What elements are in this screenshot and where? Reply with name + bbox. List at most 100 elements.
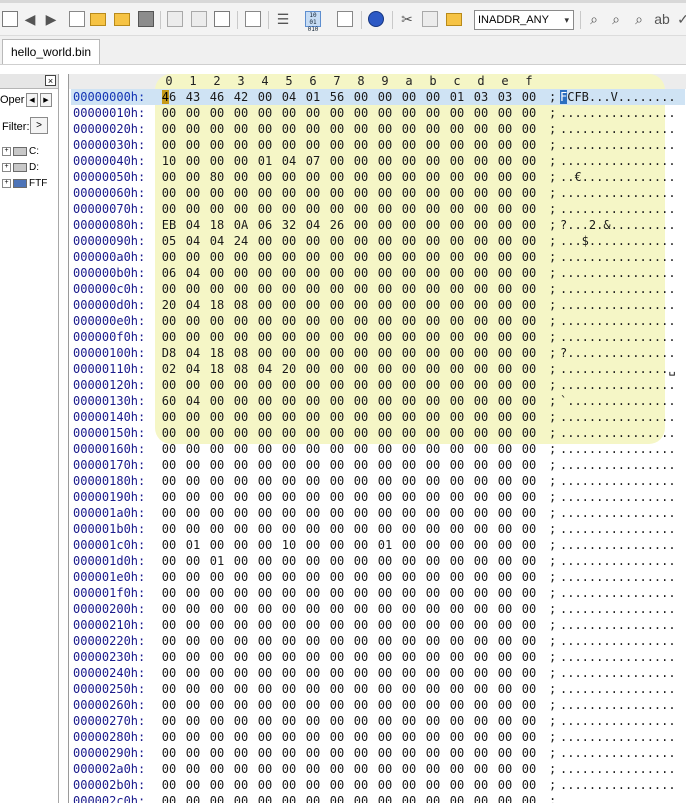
hex-byte[interactable]: 00 [421, 745, 445, 761]
hex-byte[interactable]: 00 [301, 201, 325, 217]
hex-byte[interactable]: 00 [229, 505, 253, 521]
hex-byte[interactable]: 00 [517, 249, 541, 265]
hex-byte[interactable]: 00 [301, 505, 325, 521]
hex-byte[interactable]: 00 [229, 729, 253, 745]
hex-byte[interactable]: 00 [325, 521, 349, 537]
hex-byte[interactable]: 00 [349, 121, 373, 137]
hex-byte[interactable]: 00 [421, 537, 445, 553]
hex-byte[interactable]: 00 [397, 713, 421, 729]
ascii-column[interactable]: ................ [560, 473, 676, 489]
hex-byte[interactable]: 00 [205, 121, 229, 137]
hex-byte[interactable]: 00 [469, 457, 493, 473]
hex-byte[interactable]: 00 [421, 233, 445, 249]
hex-byte[interactable]: 00 [493, 601, 517, 617]
hex-byte[interactable]: 00 [397, 505, 421, 521]
hex-byte[interactable]: 00 [301, 489, 325, 505]
hex-byte[interactable]: 00 [397, 649, 421, 665]
hex-byte[interactable]: 00 [373, 185, 397, 201]
hex-byte[interactable]: 00 [277, 793, 301, 803]
hex-byte[interactable]: 00 [445, 153, 469, 169]
hex-byte[interactable]: 00 [181, 649, 205, 665]
expand-icon[interactable]: + [2, 162, 11, 172]
hex-row[interactable]: 00000170h: 00 00 00 00 00 00 00 00 00 00 00 00 00 00 00… [73, 457, 685, 473]
ascii-column[interactable]: ................ [560, 329, 676, 345]
hex-byte[interactable]: 00 [421, 521, 445, 537]
hex-byte[interactable]: 00 [325, 313, 349, 329]
hex-byte[interactable]: 00 [181, 681, 205, 697]
hex-byte[interactable]: 00 [517, 265, 541, 281]
hex-byte[interactable]: 01 [205, 553, 229, 569]
hex-byte[interactable]: 01 [301, 89, 325, 105]
hex-byte[interactable]: 03 [493, 89, 517, 105]
hex-byte[interactable]: 00 [325, 713, 349, 729]
hex-byte[interactable]: 00 [253, 569, 277, 585]
hex-byte[interactable]: 00 [181, 505, 205, 521]
hex-byte[interactable]: 00 [301, 681, 325, 697]
hex-byte[interactable]: 00 [517, 425, 541, 441]
hex-byte[interactable]: 00 [469, 249, 493, 265]
hex-byte[interactable]: 00 [205, 777, 229, 793]
hex-byte[interactable]: 0A [229, 217, 253, 233]
hex-byte[interactable]: 00 [253, 553, 277, 569]
hex-byte[interactable]: 00 [253, 329, 277, 345]
hex-byte[interactable]: 00 [469, 633, 493, 649]
hex-byte[interactable]: 00 [397, 265, 421, 281]
ascii-column[interactable]: ..€............. [560, 169, 676, 185]
hex-byte[interactable]: 00 [349, 457, 373, 473]
hex-byte[interactable]: 00 [181, 489, 205, 505]
hex-byte[interactable]: 00 [493, 713, 517, 729]
address-book-icon[interactable] [2, 11, 18, 27]
hex-byte[interactable]: 00 [493, 489, 517, 505]
hex-byte[interactable]: 00 [397, 409, 421, 425]
hex-row[interactable]: 00000160h: 00 00 00 00 00 00 00 00 00 00 00 00 00 00 00… [73, 441, 685, 457]
hex-byte[interactable]: 00 [253, 761, 277, 777]
hex-byte[interactable]: 00 [469, 169, 493, 185]
hex-byte[interactable]: 00 [229, 201, 253, 217]
tree-item-ftp[interactable]: + FTF [2, 177, 47, 190]
hex-byte[interactable]: 00 [469, 345, 493, 361]
hex-byte[interactable]: 00 [373, 105, 397, 121]
hex-byte[interactable]: 00 [205, 793, 229, 803]
hex-byte[interactable]: 00 [157, 793, 181, 803]
hex-byte[interactable]: 00 [157, 457, 181, 473]
hex-byte[interactable]: 00 [469, 569, 493, 585]
hex-byte[interactable]: 00 [421, 585, 445, 601]
hex-byte[interactable]: 00 [277, 553, 301, 569]
hex-byte[interactable]: 00 [253, 457, 277, 473]
hex-byte[interactable]: 00 [157, 633, 181, 649]
hex-byte[interactable]: 00 [421, 793, 445, 803]
forward-icon[interactable]: ▶ [43, 11, 59, 27]
hex-byte[interactable]: 00 [157, 185, 181, 201]
hex-byte[interactable]: 00 [277, 505, 301, 521]
hex-byte[interactable]: 00 [421, 361, 445, 377]
hex-byte[interactable]: 00 [373, 601, 397, 617]
hex-byte[interactable]: 00 [397, 153, 421, 169]
hex-byte[interactable]: 00 [277, 409, 301, 425]
hex-byte[interactable]: 00 [421, 729, 445, 745]
hex-row[interactable]: 000002c0h: 00 00 00 00 00 00 00 00 00 00 00 00 00 00 00… [73, 793, 685, 803]
hex-byte[interactable]: 00 [349, 617, 373, 633]
hex-byte[interactable]: 00 [373, 393, 397, 409]
hex-byte[interactable]: 00 [181, 777, 205, 793]
hex-byte[interactable]: 00 [229, 793, 253, 803]
hex-byte[interactable]: 00 [517, 681, 541, 697]
hex-row[interactable]: 000001a0h: 00 00 00 00 00 00 00 00 00 00 00 00 00 00 00… [73, 505, 685, 521]
hex-byte[interactable]: 00 [157, 505, 181, 521]
chevron-down-icon[interactable]: ▾ [564, 11, 569, 29]
hex-byte[interactable]: 00 [325, 121, 349, 137]
hex-byte[interactable]: 00 [181, 377, 205, 393]
hex-byte[interactable]: 00 [205, 537, 229, 553]
hex-byte[interactable]: 00 [181, 793, 205, 803]
hex-byte[interactable]: 00 [349, 793, 373, 803]
hex-byte[interactable]: 00 [493, 265, 517, 281]
hex-row[interactable]: 00000250h: 00 00 00 00 00 00 00 00 00 00 00 00 00 00 00… [73, 681, 685, 697]
hex-byte[interactable]: 00 [421, 617, 445, 633]
hex-byte[interactable]: 00 [517, 169, 541, 185]
hex-byte[interactable]: 00 [301, 137, 325, 153]
hex-byte[interactable]: 00 [325, 601, 349, 617]
hex-byte[interactable]: 00 [397, 633, 421, 649]
open-icon[interactable] [90, 13, 106, 26]
hex-byte[interactable]: 00 [469, 665, 493, 681]
hex-byte[interactable]: 00 [349, 233, 373, 249]
hex-byte[interactable]: 00 [229, 681, 253, 697]
